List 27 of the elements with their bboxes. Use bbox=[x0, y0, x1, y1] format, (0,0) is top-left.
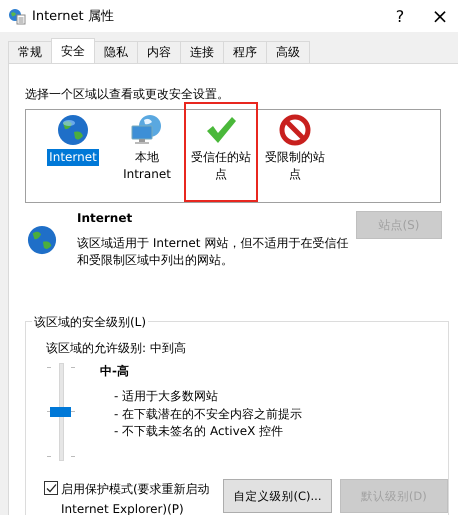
zone-title: Internet bbox=[77, 211, 134, 225]
level-button[interactable]: 自定义级别(C)... bbox=[223, 479, 332, 513]
globe-icon bbox=[27, 225, 57, 255]
tab[interactable]: 高级 bbox=[266, 41, 310, 63]
prohibited-icon[interactable] bbox=[279, 114, 311, 146]
zone-label[interactable]: 受信任的站点 bbox=[187, 149, 255, 183]
monitor-globe-icon[interactable] bbox=[130, 114, 164, 146]
zone-prompt: 选择一个区域以查看或更改安全设置。 bbox=[25, 86, 230, 103]
level-description: - 在下载潜在的不安全内容之前提示 bbox=[113, 406, 302, 422]
app-icon bbox=[8, 7, 26, 25]
group-legend: 该区域的安全级别(L) bbox=[32, 314, 148, 331]
allowed-level: 该区域的允许级别: 中到高 bbox=[46, 340, 187, 357]
help-button[interactable]: ? bbox=[378, 0, 422, 32]
close-button[interactable]: × bbox=[422, 0, 458, 32]
slider-thumb[interactable] bbox=[50, 407, 71, 417]
tab[interactable]: 安全 bbox=[51, 38, 95, 63]
zone-label[interactable]: 本地 Intranet bbox=[121, 149, 173, 183]
zone-label[interactable]: Internet bbox=[47, 149, 99, 166]
checkbox[interactable] bbox=[44, 481, 58, 495]
level-description: - 适用于大多数网站 bbox=[113, 388, 220, 405]
window-title: Internet 属性 bbox=[32, 8, 114, 25]
level-name: 中-高 bbox=[100, 363, 130, 380]
zone-description: 该区域适用于 Internet 网站，但不适用于在受信任和受限制区域中列出的网站。 bbox=[77, 235, 349, 269]
zone-label[interactable]: 受限制的站点 bbox=[261, 149, 329, 183]
globe-icon[interactable] bbox=[57, 114, 89, 146]
level-description: - 不下载未签名的 ActiveX 控件 bbox=[113, 423, 284, 440]
tab[interactable]: 常规 bbox=[8, 41, 52, 63]
